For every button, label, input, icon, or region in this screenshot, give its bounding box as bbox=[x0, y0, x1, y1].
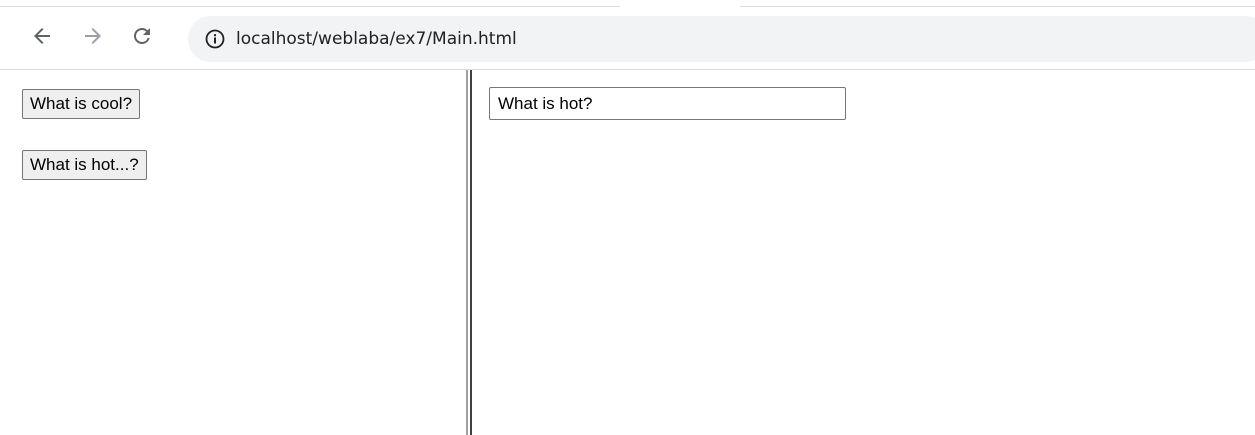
tab-strip bbox=[0, 0, 1255, 8]
right-frame bbox=[473, 70, 1255, 435]
browser-toolbar: localhost/weblaba/ex7/Main.html bbox=[0, 8, 1255, 70]
left-frame: What is cool? What is hot...? bbox=[0, 70, 464, 435]
arrow-left-icon bbox=[34, 28, 50, 44]
what-is-cool-button[interactable]: What is cool? bbox=[22, 89, 141, 119]
url-text[interactable]: localhost/weblaba/ex7/Main.html bbox=[236, 28, 517, 50]
forward-button[interactable] bbox=[77, 20, 109, 52]
info-circle-icon[interactable] bbox=[204, 28, 226, 50]
frame-divider-line bbox=[466, 70, 468, 435]
frame-divider-line bbox=[470, 70, 472, 435]
reload-icon bbox=[134, 28, 150, 44]
tab-strip-edge bbox=[0, 6, 620, 7]
answer-text-field[interactable] bbox=[489, 87, 846, 120]
frame-divider[interactable] bbox=[464, 70, 473, 435]
back-button[interactable] bbox=[26, 20, 58, 52]
tab-strip-edge bbox=[740, 6, 1255, 7]
what-is-hot-button[interactable]: What is hot...? bbox=[22, 150, 147, 180]
address-bar[interactable]: localhost/weblaba/ex7/Main.html bbox=[188, 16, 1255, 62]
arrow-right-icon bbox=[85, 28, 101, 44]
reload-button[interactable] bbox=[126, 20, 158, 52]
